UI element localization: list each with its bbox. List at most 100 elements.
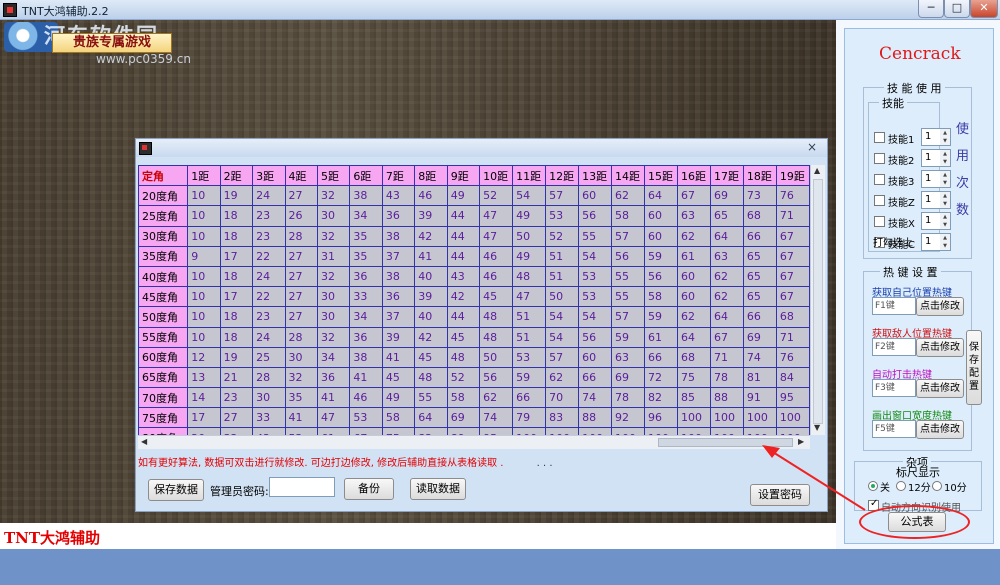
table-cell[interactable]: 88 [578, 407, 613, 429]
table-cell[interactable]: 10 [187, 205, 221, 227]
column-header[interactable]: 11距 [512, 165, 547, 187]
ruler-radio[interactable] [932, 481, 942, 491]
table-cell[interactable]: 40 [414, 306, 448, 328]
table-cell[interactable]: 100 [676, 427, 711, 435]
table-cell[interactable]: 83 [545, 407, 580, 429]
scroll-left-icon[interactable]: ◀ [141, 437, 147, 446]
hotkey-change-button[interactable]: 点击修改 [916, 379, 964, 398]
table-cell[interactable]: 42 [414, 326, 448, 348]
row-header[interactable]: 60度角 [138, 346, 189, 368]
table-cell[interactable]: 75 [381, 427, 416, 435]
table-cell[interactable]: 26 [284, 205, 318, 227]
table-cell[interactable]: 95 [479, 427, 514, 435]
table-cell[interactable]: 45 [414, 346, 448, 368]
column-header[interactable]: 3距 [252, 165, 286, 187]
table-cell[interactable]: 60 [578, 346, 613, 368]
table-cell[interactable]: 36 [349, 326, 383, 348]
table-cell[interactable]: 48 [479, 326, 514, 348]
table-cell[interactable]: 31 [316, 245, 351, 267]
table-cell[interactable]: 39 [414, 205, 448, 227]
column-header[interactable]: 18距 [742, 165, 777, 187]
table-cell[interactable]: 60 [676, 265, 711, 288]
table-cell[interactable]: 91 [742, 387, 777, 409]
table-cell[interactable]: 27 [284, 286, 318, 308]
table-cell[interactable]: 34 [349, 205, 383, 227]
table-cell[interactable]: 100 [644, 427, 678, 435]
table-cell[interactable]: 64 [414, 407, 448, 429]
table-cell[interactable]: 59 [644, 306, 678, 328]
skill-checkbox[interactable] [874, 216, 885, 227]
table-cell[interactable]: 67 [775, 225, 810, 247]
table-cell[interactable]: 36 [381, 205, 416, 227]
table-cell[interactable]: 62 [676, 306, 711, 328]
column-header[interactable]: 16距 [676, 165, 711, 187]
hotkey-field[interactable]: F5键 [872, 420, 916, 438]
table-cell[interactable]: 10 [187, 185, 221, 207]
table-cell[interactable]: 50 [479, 346, 514, 368]
table-cell[interactable]: 85 [676, 387, 711, 409]
table-cell[interactable]: 74 [742, 346, 777, 368]
table-cell[interactable]: 68 [676, 346, 711, 368]
table-cell[interactable]: 96 [644, 407, 678, 429]
table-cell[interactable]: 61 [316, 427, 351, 435]
table-cell[interactable]: 54 [545, 306, 580, 328]
table-cell[interactable]: 100 [676, 407, 711, 429]
table-cell[interactable]: 10 [187, 326, 221, 348]
table-cell[interactable]: 23 [252, 205, 286, 227]
hotkey-change-button[interactable]: 点击修改 [916, 420, 964, 439]
horizontal-scrollbar[interactable]: ◀ ▶ [138, 435, 810, 449]
hotkey-field[interactable]: F1键 [872, 297, 916, 315]
table-cell[interactable]: 24 [252, 265, 286, 288]
table-cell[interactable]: 32 [284, 366, 318, 389]
table-cell[interactable]: 64 [709, 225, 744, 247]
ruler-radio[interactable] [896, 481, 906, 491]
skill-count-stepper[interactable]: 1 [921, 191, 951, 209]
column-header[interactable]: 4距 [284, 165, 318, 187]
table-cell[interactable]: 67 [775, 265, 810, 288]
table-cell[interactable]: 92 [611, 407, 646, 429]
table-cell[interactable]: 34 [349, 306, 383, 328]
close-button[interactable]: ✕ [970, 0, 998, 18]
table-cell[interactable]: 65 [742, 286, 777, 308]
table-cell[interactable]: 81 [742, 366, 777, 389]
table-cell[interactable]: 32 [316, 185, 351, 207]
table-cell[interactable]: 38 [381, 265, 416, 288]
column-header[interactable]: 12距 [545, 165, 580, 187]
row-header[interactable]: 45度角 [138, 286, 189, 308]
table-cell[interactable]: 65 [742, 265, 777, 288]
table-cell[interactable]: 38 [349, 185, 383, 207]
table-cell[interactable]: 32 [316, 225, 351, 247]
row-header[interactable]: 80度角 [138, 427, 189, 435]
table-cell[interactable]: 52 [479, 185, 514, 207]
table-cell[interactable]: 58 [611, 205, 646, 227]
table-cell[interactable]: 33 [349, 286, 383, 308]
table-cell[interactable]: 23 [219, 387, 254, 409]
table-cell[interactable]: 100 [742, 407, 777, 429]
table-cell[interactable]: 22 [252, 286, 286, 308]
column-header[interactable]: 10距 [479, 165, 514, 187]
table-cell[interactable]: 56 [611, 245, 646, 267]
table-cell[interactable]: 82 [644, 387, 678, 409]
table-cell[interactable]: 38 [381, 225, 416, 247]
table-cell[interactable]: 54 [578, 306, 613, 328]
table-cell[interactable]: 47 [479, 205, 514, 227]
row-header[interactable]: 30度角 [138, 225, 189, 247]
table-cell[interactable]: 63 [611, 346, 646, 368]
table-cell[interactable]: 49 [446, 185, 481, 207]
table-cell[interactable]: 18 [219, 225, 254, 247]
table-cell[interactable]: 65 [742, 245, 777, 267]
column-header[interactable]: 14距 [611, 165, 646, 187]
table-cell[interactable]: 56 [578, 326, 613, 348]
table-cell[interactable]: 67 [709, 326, 744, 348]
table-cell[interactable]: 10 [187, 265, 221, 288]
dialog-close-button[interactable]: × [807, 140, 817, 154]
table-cell[interactable]: 45 [446, 326, 481, 348]
table-cell[interactable]: 41 [349, 366, 383, 389]
table-cell[interactable]: 36 [316, 366, 351, 389]
vertical-scroll-thumb[interactable] [813, 179, 823, 424]
save-config-button[interactable]: 保存配置 [966, 330, 982, 405]
table-cell[interactable]: 100 [545, 427, 580, 435]
table-cell[interactable]: 70 [545, 387, 580, 409]
table-cell[interactable]: 53 [578, 286, 613, 308]
table-cell[interactable]: 21 [219, 366, 254, 389]
